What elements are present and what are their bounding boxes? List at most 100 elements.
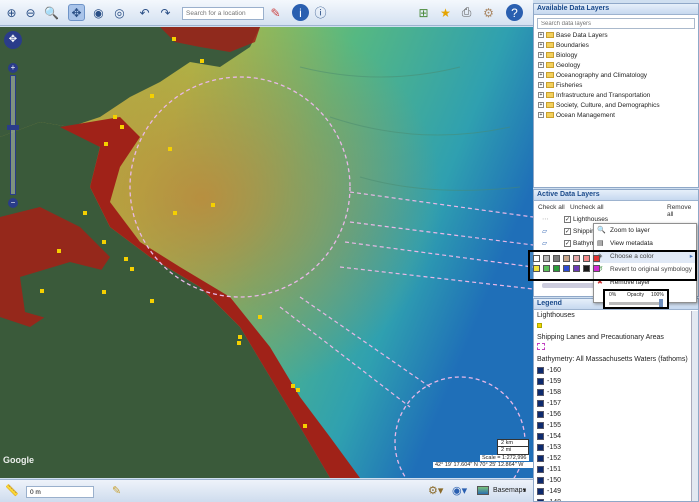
color-swatch[interactable]	[553, 255, 560, 262]
view-metadata-item[interactable]: ▤ View metadata	[594, 237, 696, 250]
basemaps-icon[interactable]	[477, 486, 489, 495]
expand-icon[interactable]: +	[538, 52, 544, 59]
expand-icon[interactable]: +	[538, 72, 544, 79]
document-icon: ▤	[597, 240, 604, 247]
opacity-label: Opacity	[627, 292, 644, 298]
depth-swatch	[537, 432, 544, 440]
tree-item[interactable]: + Fisheries	[534, 81, 698, 91]
uncheck-all-link[interactable]: Uncheck all	[570, 204, 604, 211]
scale-ratio: Scale = 1:272,996	[480, 455, 529, 461]
info-icon[interactable]: i	[292, 4, 309, 21]
tools-dropdown-icon[interactable]: ⚙▾	[428, 484, 443, 497]
map-canvas[interactable]: ✥ + − Google 2 km 2 mi Scale = 1:272,996…	[0, 27, 533, 478]
color-swatch[interactable]	[573, 255, 580, 262]
color-swatch[interactable]	[533, 265, 540, 272]
depth-legend-item: -160	[534, 365, 698, 376]
depth-swatch	[537, 465, 544, 473]
tree-item[interactable]: + Geology	[534, 61, 698, 71]
tree-item[interactable]: + Ocean Management	[534, 111, 698, 121]
color-swatch[interactable]	[533, 255, 540, 262]
zoom-slider-plus-icon[interactable]: +	[8, 63, 18, 73]
check-all-link[interactable]: Check all	[538, 204, 565, 211]
zoom-box-icon[interactable]: 🔍	[43, 4, 60, 21]
tree-item[interactable]: + Society, Culture, and Demographics	[534, 101, 698, 111]
zoom-in-icon[interactable]: ⊕	[3, 4, 20, 21]
depth-swatch	[537, 498, 544, 501]
layer-checkbox[interactable]: ✓	[564, 215, 571, 223]
expand-icon[interactable]: +	[538, 32, 544, 39]
google-attribution: Google	[3, 455, 34, 465]
add-layer-icon[interactable]: ⊞	[415, 4, 432, 21]
identify-icon[interactable]: ⓘ	[312, 4, 329, 21]
magnifier-icon: 🔍	[597, 227, 606, 234]
pan-control[interactable]: ✥	[4, 31, 22, 49]
share-icon[interactable]: ⚙	[480, 4, 497, 21]
full-extent-icon[interactable]: ◎	[111, 4, 128, 21]
undo-icon[interactable]: ↶	[136, 4, 153, 21]
zoom-to-layer-item[interactable]: 🔍 Zoom to layer	[594, 224, 696, 237]
print-icon[interactable]: ⎙	[458, 4, 475, 21]
tree-item[interactable]: + Oceanography and Climatology	[534, 71, 698, 81]
depth-legend-item: -158	[534, 387, 698, 398]
expand-icon[interactable]: +	[538, 82, 544, 89]
color-swatch[interactable]	[583, 255, 590, 262]
depth-swatch	[537, 421, 544, 429]
folder-icon	[546, 102, 554, 109]
color-swatch[interactable]	[543, 255, 550, 262]
zoom-out-icon[interactable]: ⊖	[22, 4, 39, 21]
zoom-slider-minus-icon[interactable]: −	[8, 198, 18, 208]
globe-icon[interactable]: ◉	[90, 4, 107, 21]
depth-swatch	[537, 388, 544, 396]
color-swatch[interactable]	[563, 255, 570, 262]
expand-icon[interactable]: +	[538, 62, 544, 69]
expand-icon[interactable]: +	[538, 112, 544, 119]
help-icon[interactable]: ?	[506, 4, 523, 21]
expand-icon[interactable]: +	[538, 102, 544, 109]
ruler-icon[interactable]: 📏	[5, 484, 19, 497]
color-swatch[interactable]	[573, 265, 580, 272]
folder-icon	[546, 112, 554, 119]
tree-item[interactable]: + Boundaries	[534, 41, 698, 51]
color-swatch[interactable]	[583, 265, 590, 272]
opacity-slider-thumb[interactable]	[659, 299, 663, 307]
depth-legend-item: -157	[534, 398, 698, 409]
color-swatch[interactable]	[593, 255, 600, 262]
depth-swatch	[537, 443, 544, 451]
layer-search-input[interactable]	[537, 18, 695, 29]
tree-item[interactable]: + Base Data Layers	[534, 31, 698, 41]
depth-swatch	[537, 366, 544, 374]
color-swatch[interactable]	[563, 265, 570, 272]
measure-clear-icon[interactable]: ✎	[112, 484, 121, 497]
depth-legend-item: -155	[534, 420, 698, 431]
zoom-slider-track[interactable]	[10, 75, 16, 195]
depth-legend-list: -160 -159 -158 -157 -156 -155 -154 -153 -152 -151…	[534, 365, 698, 501]
pan-icon[interactable]: ✥	[68, 4, 85, 21]
color-swatch[interactable]	[553, 265, 560, 272]
layer-checkbox[interactable]: ✓	[564, 227, 571, 235]
color-swatch[interactable]	[593, 265, 600, 272]
expand-icon[interactable]: +	[538, 92, 544, 99]
cursor-coordinates: 42° 19' 17.604" N 70° 25' 12.864" W	[433, 462, 533, 468]
color-swatch[interactable]	[543, 265, 550, 272]
redo-icon[interactable]: ↷	[157, 4, 174, 21]
legend-panel: Legend Lighthouses Shipping Lanes and Pr…	[533, 298, 699, 502]
opacity-control: 0% Opacity 100%	[603, 289, 669, 309]
location-search-input[interactable]	[182, 7, 264, 20]
tree-item[interactable]: + Infrastructure and Transportation	[534, 91, 698, 101]
folder-icon	[546, 52, 554, 59]
bookmark-star-icon[interactable]: ★	[437, 4, 454, 21]
depth-legend-item: -159	[534, 376, 698, 387]
measure-input[interactable]	[26, 486, 94, 498]
eraser-icon[interactable]: ✎	[267, 4, 284, 21]
opacity-slider-track[interactable]	[609, 302, 663, 305]
basemaps-button[interactable]: Basemaps	[493, 487, 526, 494]
legend-scrollbar[interactable]	[691, 311, 698, 501]
layer-checkbox[interactable]: ✓	[564, 239, 571, 247]
zoom-slider-thumb[interactable]	[7, 125, 19, 130]
expand-icon[interactable]: +	[538, 42, 544, 49]
folder-icon	[546, 42, 554, 49]
globe-dropdown-icon[interactable]: ◉▾	[452, 484, 467, 497]
tree-item[interactable]: + Biology	[534, 51, 698, 61]
basemaps-chevron-icon[interactable]: ▾	[523, 487, 526, 494]
map-toolbar: ⊕ ⊖ 🔍 ✥ ◉ ◎ ↶ ↷ ✎ i ⓘ ⊞ ★ ⎙ ⚙ ?	[0, 0, 533, 26]
